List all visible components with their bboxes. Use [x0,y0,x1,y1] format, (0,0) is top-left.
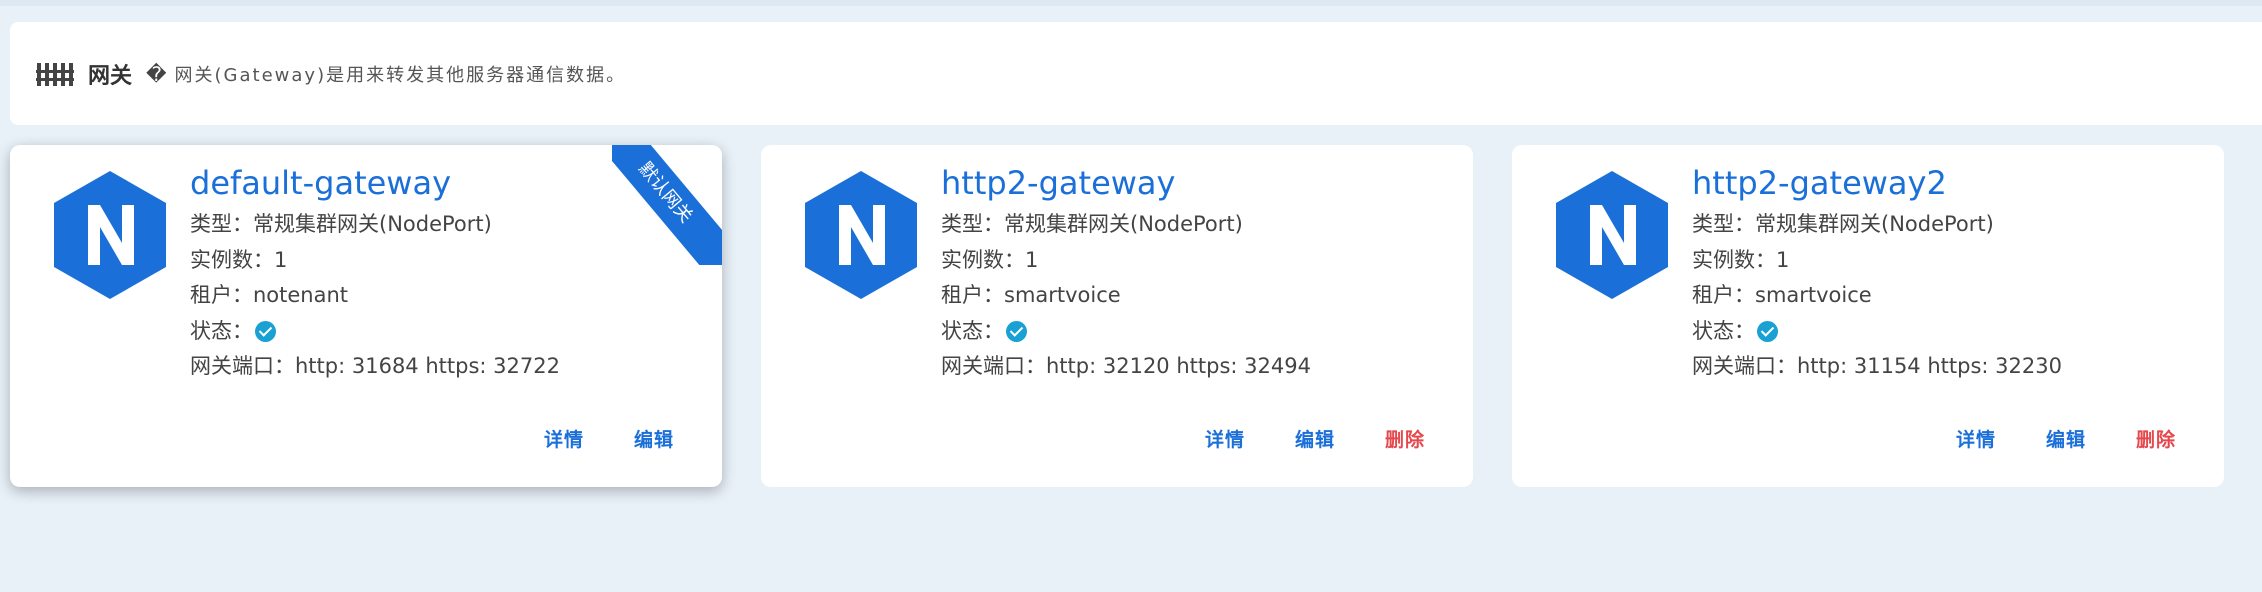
instances-row: 实例数： 1 [1692,247,1790,272]
detail-button[interactable]: 详情 [1932,425,2022,452]
gateway-card-default[interactable]: default-gateway 类型： 常规集群网关(NodePort) 实例数：… [10,145,722,487]
status-row: 状态： [190,314,560,350]
status-row: 状态： [1692,314,2062,350]
default-ribbon-label: 默认网关 [612,145,722,265]
card-actions: 详情 编辑 删除 [1932,425,2202,452]
check-circle-icon [1757,320,1778,342]
page-header: 网关 � 网关(Gateway)是用来转发其他服务器通信数据。 [10,22,2262,125]
type-row: 类型： 常规集群网关(NodePort) [1692,212,1994,236]
edit-button[interactable]: 编辑 [1271,425,1361,452]
nginx-logo-icon [805,171,917,299]
page-description: 网关(Gateway)是用来转发其他服务器通信数据。 [174,64,627,86]
delete-button[interactable]: 删除 [2112,425,2202,452]
help-icon: � [146,61,167,86]
tenant-row: 租户： smartvoice [1692,283,1872,307]
status-row: 状态： [941,314,1311,350]
type-row: 类型： 常规集群网关(NodePort) [190,212,492,236]
ports-row: 网关端口： http: 31684 https: 32722 [190,354,560,378]
fence-icon [36,62,74,86]
gateway-card-http2[interactable]: http2-gateway 类型： 常规集群网关(NodePort) 实例数： 1 … [761,145,1473,487]
nginx-logo-icon [54,171,166,299]
check-circle-icon [255,320,276,342]
page-title: 网关 [88,63,133,89]
card-actions: 详情 编辑 [520,425,700,452]
instances-row: 实例数： 1 [190,247,288,272]
gateway-name: http2-gateway [941,164,1176,202]
nginx-logo-icon [1556,171,1668,299]
delete-button[interactable]: 删除 [1361,425,1451,452]
tenant-row: 租户： smartvoice [941,283,1121,307]
edit-button[interactable]: 编辑 [2022,425,2112,452]
check-circle-icon [1006,320,1027,342]
ports-row: 网关端口： http: 31154 https: 32230 [1692,354,2062,378]
default-ribbon: 默认网关 [612,145,722,265]
tenant-row: 租户： notenant [190,283,349,307]
gateway-name: http2-gateway2 [1692,164,1947,202]
card-actions: 详情 编辑 删除 [1181,425,1451,452]
ports-row: 网关端口： http: 32120 https: 32494 [941,354,1311,378]
gateway-card-http2-2[interactable]: http2-gateway2 类型： 常规集群网关(NodePort) 实例数： 1… [1512,145,2224,487]
gateway-name: default-gateway [190,164,452,202]
detail-button[interactable]: 详情 [1181,425,1271,452]
detail-button[interactable]: 详情 [520,425,610,452]
top-strip [0,0,2262,6]
instances-row: 实例数： 1 [941,247,1039,272]
edit-button[interactable]: 编辑 [610,425,700,452]
type-row: 类型： 常规集群网关(NodePort) [941,212,1243,236]
